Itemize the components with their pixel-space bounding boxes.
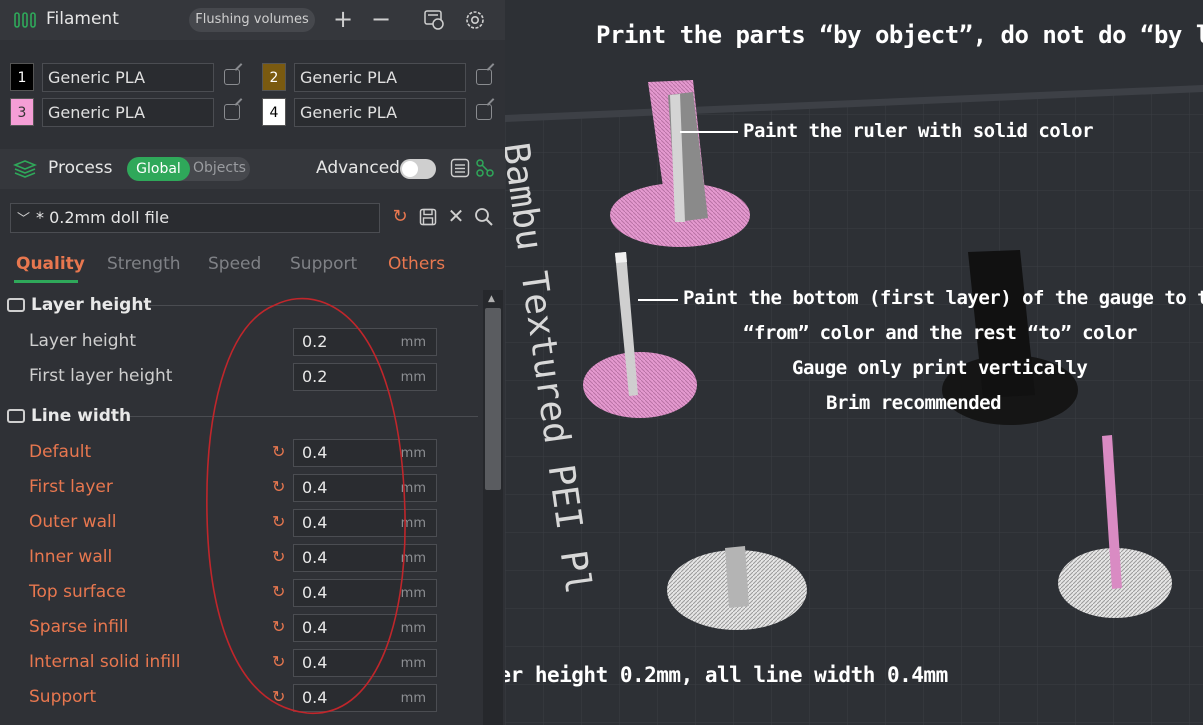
3d-viewport[interactable]: Bambu Textured PEI Pl Print the parts “b… bbox=[505, 0, 1203, 725]
flushing-volumes-button[interactable]: Flushing volumes bbox=[189, 8, 315, 32]
annotation-gauge-line1: Paint the bottom (first layer) of the ga… bbox=[683, 287, 1203, 309]
objects-toggle-button[interactable]: Objects bbox=[193, 160, 246, 176]
annotation-top: Print the parts “by object”, do not do “… bbox=[596, 21, 1203, 49]
edit-filament-icon[interactable] bbox=[224, 69, 240, 85]
scroll-up-icon[interactable]: ▲ bbox=[488, 294, 495, 304]
line-width-group-title: Line width bbox=[31, 406, 132, 426]
tab-support[interactable]: Support bbox=[290, 254, 357, 274]
filament-number-badge[interactable]: 2 bbox=[262, 63, 286, 91]
settings-scrollbar[interactable]: ▲ bbox=[483, 290, 503, 725]
sync-filament-icon[interactable] bbox=[423, 9, 445, 31]
setting-label: Outer wall bbox=[29, 512, 117, 532]
advanced-label: Advanced bbox=[316, 158, 400, 178]
annotation-ruler: Paint the ruler with solid color bbox=[743, 120, 1094, 142]
setting-label: Layer height bbox=[29, 331, 136, 351]
filament-title: Filament bbox=[46, 9, 119, 29]
filament-preset-select[interactable]: Generic PLA bbox=[42, 98, 214, 127]
close-preset-icon[interactable]: ✕ bbox=[446, 206, 466, 226]
edit-filament-icon[interactable] bbox=[224, 104, 240, 120]
filament-number-badge[interactable]: 1 bbox=[10, 63, 34, 91]
tab-strength[interactable]: Strength bbox=[107, 254, 181, 274]
tab-quality[interactable]: Quality bbox=[16, 254, 85, 274]
highlight-ellipse-annotation bbox=[206, 297, 406, 714]
line-width-group-icon bbox=[7, 409, 25, 423]
filament-settings-gear-icon[interactable] bbox=[464, 9, 486, 31]
list-view-icon[interactable] bbox=[450, 158, 470, 178]
setting-label: Inner wall bbox=[29, 547, 113, 567]
settings-panel: Filament Flushing volumes + − 1 Generic … bbox=[0, 0, 505, 725]
setting-label: First layer bbox=[29, 477, 113, 497]
setting-label: First layer height bbox=[29, 366, 173, 386]
layer-height-group-title: Layer height bbox=[31, 295, 152, 315]
setting-label: Default bbox=[29, 442, 92, 462]
setting-label: Internal solid infill bbox=[29, 652, 181, 672]
filament-number-badge[interactable]: 3 bbox=[10, 98, 34, 126]
annotation-bottom: Layer height 0.2mm, all line width 0.4mm bbox=[505, 663, 948, 687]
process-layers-icon bbox=[13, 160, 37, 178]
remove-filament-icon[interactable]: − bbox=[371, 7, 391, 31]
save-preset-icon[interactable] bbox=[419, 208, 437, 226]
edit-filament-icon[interactable] bbox=[476, 104, 492, 120]
annotation-gauge-line2: “from” color and the rest “to” color bbox=[743, 322, 1137, 344]
add-filament-icon[interactable]: + bbox=[333, 7, 353, 31]
process-title: Process bbox=[48, 158, 113, 178]
advanced-toggle[interactable] bbox=[400, 159, 436, 179]
annotation-gauge-line3: Gauge only print vertically bbox=[792, 357, 1088, 379]
layer-height-group-icon bbox=[7, 298, 25, 312]
setting-label: Support bbox=[29, 687, 97, 707]
process-preset-select[interactable]: ﹀ * 0.2mm doll file bbox=[10, 203, 380, 233]
tab-speed[interactable]: Speed bbox=[208, 254, 261, 274]
filament-preset-select[interactable]: Generic PLA bbox=[42, 63, 214, 92]
setting-label: Sparse infill bbox=[29, 617, 129, 637]
filament-number-badge[interactable]: 4 bbox=[262, 98, 286, 126]
edit-filament-icon[interactable] bbox=[476, 69, 492, 85]
filament-preset-select[interactable]: Generic PLA bbox=[294, 63, 466, 92]
global-toggle-button[interactable]: Global bbox=[127, 157, 190, 181]
filament-icon bbox=[14, 12, 36, 28]
reset-preset-icon[interactable]: ↻ bbox=[390, 207, 410, 227]
annotation-gauge-line4: Brim recommended bbox=[826, 392, 1002, 414]
compare-presets-icon[interactable] bbox=[475, 158, 495, 178]
preset-name: * 0.2mm doll file bbox=[36, 208, 170, 227]
scrollbar-thumb[interactable] bbox=[485, 308, 501, 490]
chevron-down-icon: ﹀ bbox=[17, 212, 31, 227]
filament-preset-select[interactable]: Generic PLA bbox=[294, 98, 466, 127]
tab-others[interactable]: Others bbox=[388, 254, 445, 274]
setting-label: Top surface bbox=[29, 582, 126, 602]
active-tab-indicator bbox=[14, 280, 78, 283]
search-icon[interactable] bbox=[474, 207, 494, 227]
